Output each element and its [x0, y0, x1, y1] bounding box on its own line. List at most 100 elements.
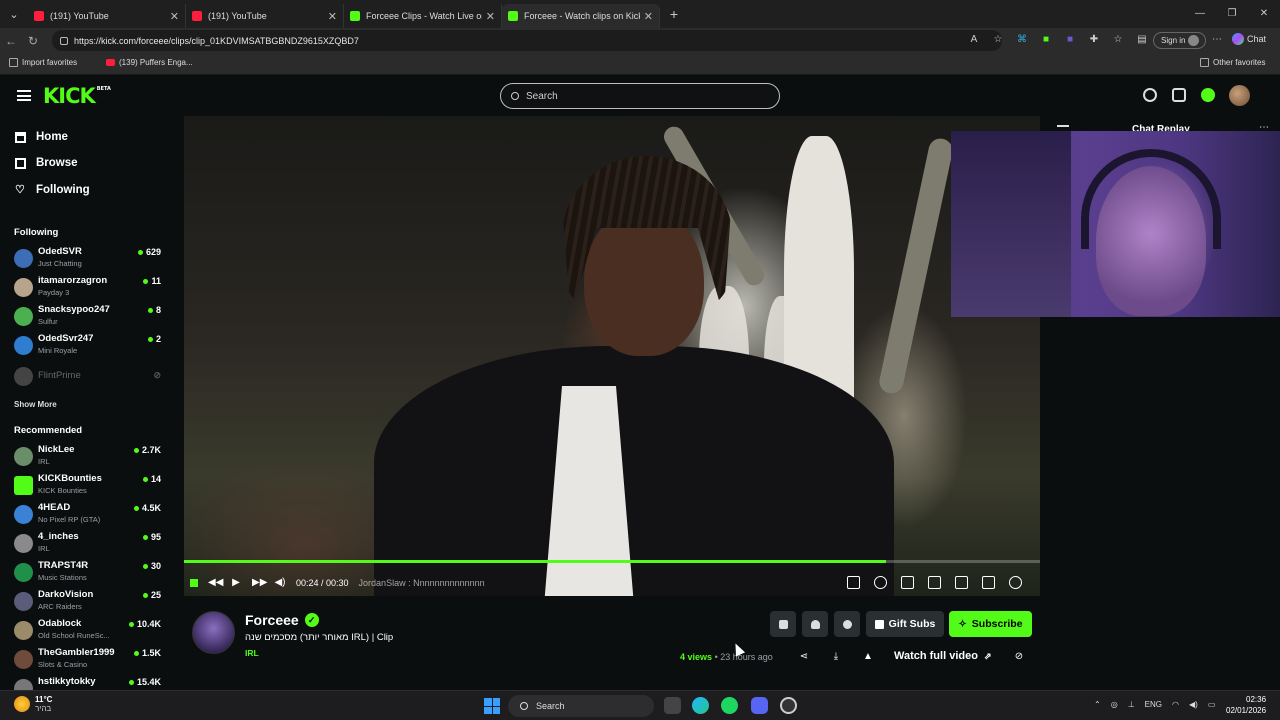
show-hidden-icons-icon[interactable]: ⌃ — [1094, 700, 1101, 709]
video-player[interactable]: ◀◀ ▶ ▶▶ ◀) 00:24 / 00:30 JordanSlaw : Nn… — [184, 116, 1040, 596]
sparkle-icon[interactable] — [874, 576, 887, 589]
more-options-icon[interactable]: ⋯ — [1212, 34, 1222, 45]
language-indicator[interactable]: ENG — [1145, 700, 1162, 709]
url-bar[interactable]: https://kick.com/forceee/clips/clip_01KD… — [52, 30, 1002, 51]
fullscreen-icon[interactable] — [982, 576, 995, 589]
show-more-link[interactable]: Show More — [14, 400, 57, 409]
following-channel-offline[interactable]: FlintPrime ⊘ — [14, 364, 164, 390]
recommended-channel[interactable]: TRAPST4R Music Stations 30 — [14, 560, 164, 586]
clip-category-link[interactable]: IRL — [245, 648, 259, 658]
recommended-channel[interactable]: hstikkytokky 15.4K — [14, 676, 164, 690]
hide-icon[interactable]: ⊘ — [1013, 651, 1025, 663]
app-icon[interactable] — [780, 697, 797, 714]
gift-icon — [874, 619, 884, 629]
battery-icon[interactable]: ▭ — [1208, 700, 1216, 709]
extension-icon[interactable]: ■ — [1062, 32, 1078, 48]
wifi-icon[interactable]: ◠ — [1172, 700, 1179, 709]
kick-rewards-icon[interactable] — [1201, 88, 1215, 102]
weather-widget[interactable]: 11°C בהיר — [14, 695, 52, 713]
settings-icon[interactable] — [1009, 576, 1022, 589]
browser-tab[interactable]: Forceee Clips - Watch Live on Kick ✕ — [344, 4, 502, 28]
read-aloud-icon[interactable]: A — [966, 32, 982, 48]
gift-subs-button[interactable]: Gift Subs — [866, 611, 944, 637]
extensions-puzzle-icon[interactable]: ✚ — [1086, 32, 1102, 48]
following-channel[interactable]: OdedSVR Just Chatting 629 — [14, 246, 164, 272]
user-avatar[interactable] — [1229, 85, 1250, 106]
notification-icon[interactable] — [1172, 88, 1186, 102]
favorite-item[interactable]: (139) Puffers Enga... — [106, 58, 193, 67]
chapters-icon[interactable] — [901, 576, 914, 589]
discord-icon[interactable] — [751, 697, 768, 714]
recommended-channel[interactable]: DarkoVision ARC Raiders 25 — [14, 589, 164, 615]
windows-start-icon[interactable] — [484, 698, 500, 714]
favorites-icon[interactable]: ☆ — [1110, 32, 1126, 48]
maximize-icon[interactable]: ❐ — [1216, 0, 1248, 28]
subscribe-button[interactable]: ✧ Subscribe — [949, 611, 1032, 637]
other-favorites[interactable]: Other favorites — [1200, 58, 1265, 67]
back-icon[interactable]: ← — [0, 34, 22, 48]
sidebar-item-following[interactable]: ♡ Following — [15, 184, 90, 196]
spotify-icon[interactable] — [721, 697, 738, 714]
video-controls-right — [847, 576, 1022, 589]
browser-tab[interactable]: (191) YouTube ✕ — [28, 4, 186, 28]
recommended-channel[interactable]: 4HEAD No Pixel RP (GTA) 4.5K — [14, 502, 164, 528]
new-tab-icon[interactable]: + — [660, 6, 688, 22]
following-channel[interactable]: Snacksypoo247 Sulfur 8 — [14, 304, 164, 330]
copilot-chat-button[interactable]: Chat — [1232, 33, 1266, 45]
clip-crop-icon[interactable] — [847, 576, 860, 589]
avatar — [14, 476, 33, 495]
taskbar-search[interactable]: Search — [508, 695, 654, 717]
favorite-star-icon[interactable]: ☆ — [990, 32, 1006, 48]
network-icon[interactable]: ◎ — [1111, 700, 1118, 709]
share-icon[interactable]: ⋖ — [798, 651, 810, 663]
search-icon[interactable] — [1143, 88, 1157, 102]
following-channel[interactable]: OdedSvr247 Mini Royale 2 — [14, 333, 164, 359]
volume-icon[interactable]: ◀) — [1189, 700, 1198, 709]
extension-icon[interactable]: ■ — [1038, 32, 1054, 48]
menu-icon[interactable] — [17, 90, 31, 101]
edge-icon[interactable] — [692, 697, 709, 714]
follow-button[interactable] — [834, 611, 860, 637]
close-tab-icon[interactable]: ✕ — [486, 10, 495, 23]
search-input[interactable]: Search — [500, 83, 780, 109]
volume-icon[interactable]: ◀) — [274, 577, 286, 589]
refresh-icon[interactable]: ↻ — [22, 34, 44, 48]
recommended-channel[interactable]: NickLee IRL 2.7K — [14, 444, 164, 470]
fast-forward-icon[interactable]: ▶▶ — [252, 577, 267, 589]
collections-icon[interactable]: ▤ — [1134, 32, 1150, 48]
download-icon[interactable]: ⤓ — [830, 651, 842, 663]
channel-avatar[interactable] — [192, 611, 235, 654]
channel-name-row[interactable]: Forceee ✓ — [245, 612, 319, 628]
minimize-icon[interactable]: — — [1184, 0, 1216, 28]
sign-in-button[interactable]: Sign in — [1153, 32, 1207, 49]
favorite-item[interactable]: Import favorites — [9, 58, 77, 67]
recommended-channel[interactable]: Odablock Old School RuneSc... 10.4K — [14, 618, 164, 644]
following-channel[interactable]: itamarorzagron Payday 3 11 — [14, 275, 164, 301]
sidebar-item-browse[interactable]: Browse — [15, 157, 78, 169]
watch-full-video-button[interactable]: Watch full video ⇗ — [894, 650, 991, 662]
close-tab-icon[interactable]: ✕ — [644, 10, 653, 23]
close-tab-icon[interactable]: ✕ — [328, 10, 337, 23]
notifications-button[interactable] — [802, 611, 828, 637]
tab-actions-chevron-icon[interactable]: ⌄ — [0, 0, 28, 28]
close-tab-icon[interactable]: ✕ — [170, 10, 179, 23]
clips-button[interactable] — [770, 611, 796, 637]
browser-tab-active[interactable]: Forceee - Watch clips on Kick ✕ — [502, 4, 660, 28]
task-view-icon[interactable] — [664, 697, 681, 714]
video-progress-bar[interactable] — [184, 560, 1040, 563]
play-icon[interactable]: ▶ — [230, 577, 242, 589]
report-icon[interactable]: ▲ — [862, 651, 874, 663]
sidebar-item-home[interactable]: Home — [15, 131, 68, 143]
close-window-icon[interactable]: ✕ — [1248, 0, 1280, 28]
rewind-icon[interactable]: ◀◀ — [208, 577, 223, 589]
taskbar-clock[interactable]: 02:36 02/01/2026 — [1226, 694, 1266, 716]
recommended-channel[interactable]: TheGambler1999 Slots & Casino 1.5K — [14, 647, 164, 673]
theater-mode-icon[interactable] — [955, 576, 968, 589]
recommended-channel[interactable]: KICKBounties KICK Bounties 14 — [14, 473, 164, 499]
browser-tab[interactable]: (191) YouTube ✕ — [186, 4, 344, 28]
extension-icon[interactable]: ⌘ — [1014, 32, 1030, 48]
pip-icon[interactable] — [928, 576, 941, 589]
recommended-channel[interactable]: 4_inches IRL 95 — [14, 531, 164, 557]
microphone-icon[interactable]: ⊥ — [1128, 700, 1135, 709]
kick-logo[interactable]: KICK BETA — [43, 84, 111, 108]
